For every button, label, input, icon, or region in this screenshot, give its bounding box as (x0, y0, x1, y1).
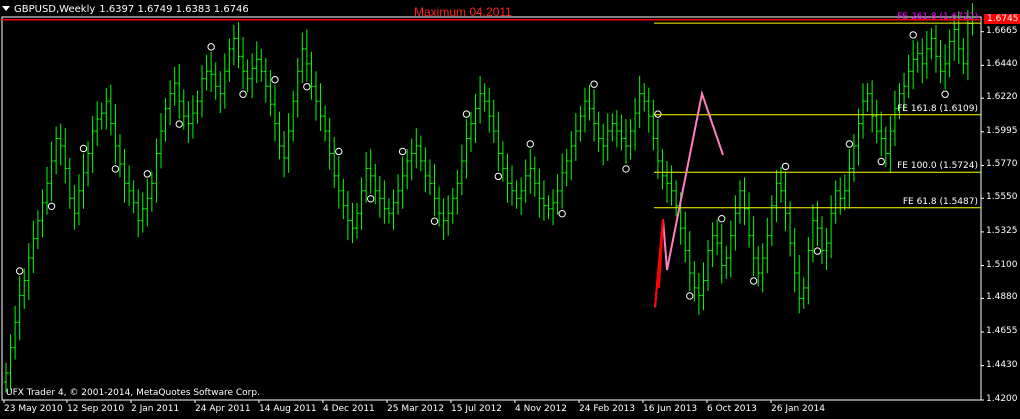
fractal-marker (590, 80, 598, 88)
fractal-marker (941, 90, 949, 98)
copyright-text: UFX Trader 4, © 2001-2014, MetaQuotes So… (6, 388, 260, 398)
price-tick-label: 1.4880 (986, 292, 1018, 303)
fractal-marker (207, 43, 215, 51)
fib-level-label: FE 161.8 (1.6109) (897, 103, 978, 114)
fractal-marker (79, 144, 88, 153)
chart-menu-icon[interactable] (2, 6, 10, 11)
price-tick-label: 1.6440 (986, 59, 1018, 70)
date-tick-label: 23 May 2010 (4, 404, 63, 414)
date-tick-label: 4 Nov 2012 (515, 404, 567, 414)
fractal-marker (558, 210, 566, 218)
fractal-marker (239, 90, 247, 98)
fractal-marker (909, 31, 917, 39)
date-tick-label: 2 Jan 2011 (131, 404, 180, 414)
price-tick-label: 1.6220 (986, 92, 1018, 103)
date-tick-label: 24 Feb 2013 (579, 404, 636, 414)
fractal-marker (686, 292, 694, 300)
fractal-marker (366, 195, 375, 203)
current-price-label: 1.6745 (984, 13, 1020, 24)
zigzag-line (654, 89, 724, 308)
fractal-marker (718, 214, 726, 223)
fib-level-label: FE 100.0 (1.5724) (897, 161, 978, 172)
date-tick-label: 12 Sep 2010 (67, 404, 125, 414)
fractal-marker (622, 165, 630, 173)
price-tick-label: 1.5995 (986, 125, 1018, 136)
fib-level-label: FE 261.8 (1.6722) (897, 12, 978, 23)
plot-frame (1, 16, 982, 401)
fractal-marker (271, 76, 279, 84)
fractal-marker (143, 170, 152, 178)
symbol-label: GBPUSD,Weekly (14, 4, 96, 15)
fractal-marker (845, 140, 854, 148)
price-tick-label: 1.5550 (986, 192, 1018, 203)
fractal-marker (654, 110, 662, 118)
fractal-marker (526, 140, 534, 148)
date-tick-label: 25 Mar 2012 (387, 404, 445, 414)
price-chart[interactable] (0, 0, 1020, 419)
fractal-marker (111, 165, 120, 173)
price-tick-label: 1.4655 (986, 326, 1018, 337)
fractal-marker (749, 277, 758, 285)
date-tick-label: 16 Jun 2013 (643, 404, 698, 414)
price-tick-label: 1.4430 (986, 359, 1018, 370)
fractal-marker (494, 172, 503, 181)
fractal-marker (15, 267, 24, 275)
fractal-marker (813, 247, 822, 255)
date-tick-label: 14 Aug 2011 (259, 404, 317, 414)
price-tick-label: 1.4200 (986, 394, 1018, 404)
fib-level-label: FE 61.8 (1.5487) (902, 196, 978, 207)
price-tick-label: 1.5770 (986, 159, 1018, 170)
date-tick-label: 15 Jul 2012 (451, 404, 502, 414)
zigzag-red (654, 219, 664, 308)
fractal-marker (430, 217, 439, 225)
fractal-marker (462, 110, 471, 118)
fractal-marker (877, 157, 885, 166)
fractal-marker (781, 162, 790, 171)
date-tick-label: 4 Dec 2011 (323, 404, 375, 414)
date-tick-label: 6 Oct 2013 (707, 404, 757, 414)
fractal-marker (303, 83, 311, 91)
price-tick-label: 1.5325 (986, 225, 1018, 236)
fractal-marker (175, 120, 183, 128)
price-tick-label: 1.5100 (986, 259, 1018, 270)
price-tick-label: 1.6665 (986, 25, 1018, 36)
fractal-marker (47, 202, 56, 210)
fractal-marker (398, 147, 407, 156)
maximum-annotation: Maximum 04.2011 (414, 5, 512, 19)
fractal-marker (335, 147, 343, 156)
chart-header: GBPUSD,Weekly 1.6397 1.6749 1.6383 1.6746 (2, 4, 249, 15)
date-tick-label: 24 Apr 2011 (195, 404, 251, 414)
date-tick-label: 26 Jan 2014 (771, 404, 825, 414)
ohlc-values: 1.6397 1.6749 1.6383 1.6746 (99, 4, 249, 15)
